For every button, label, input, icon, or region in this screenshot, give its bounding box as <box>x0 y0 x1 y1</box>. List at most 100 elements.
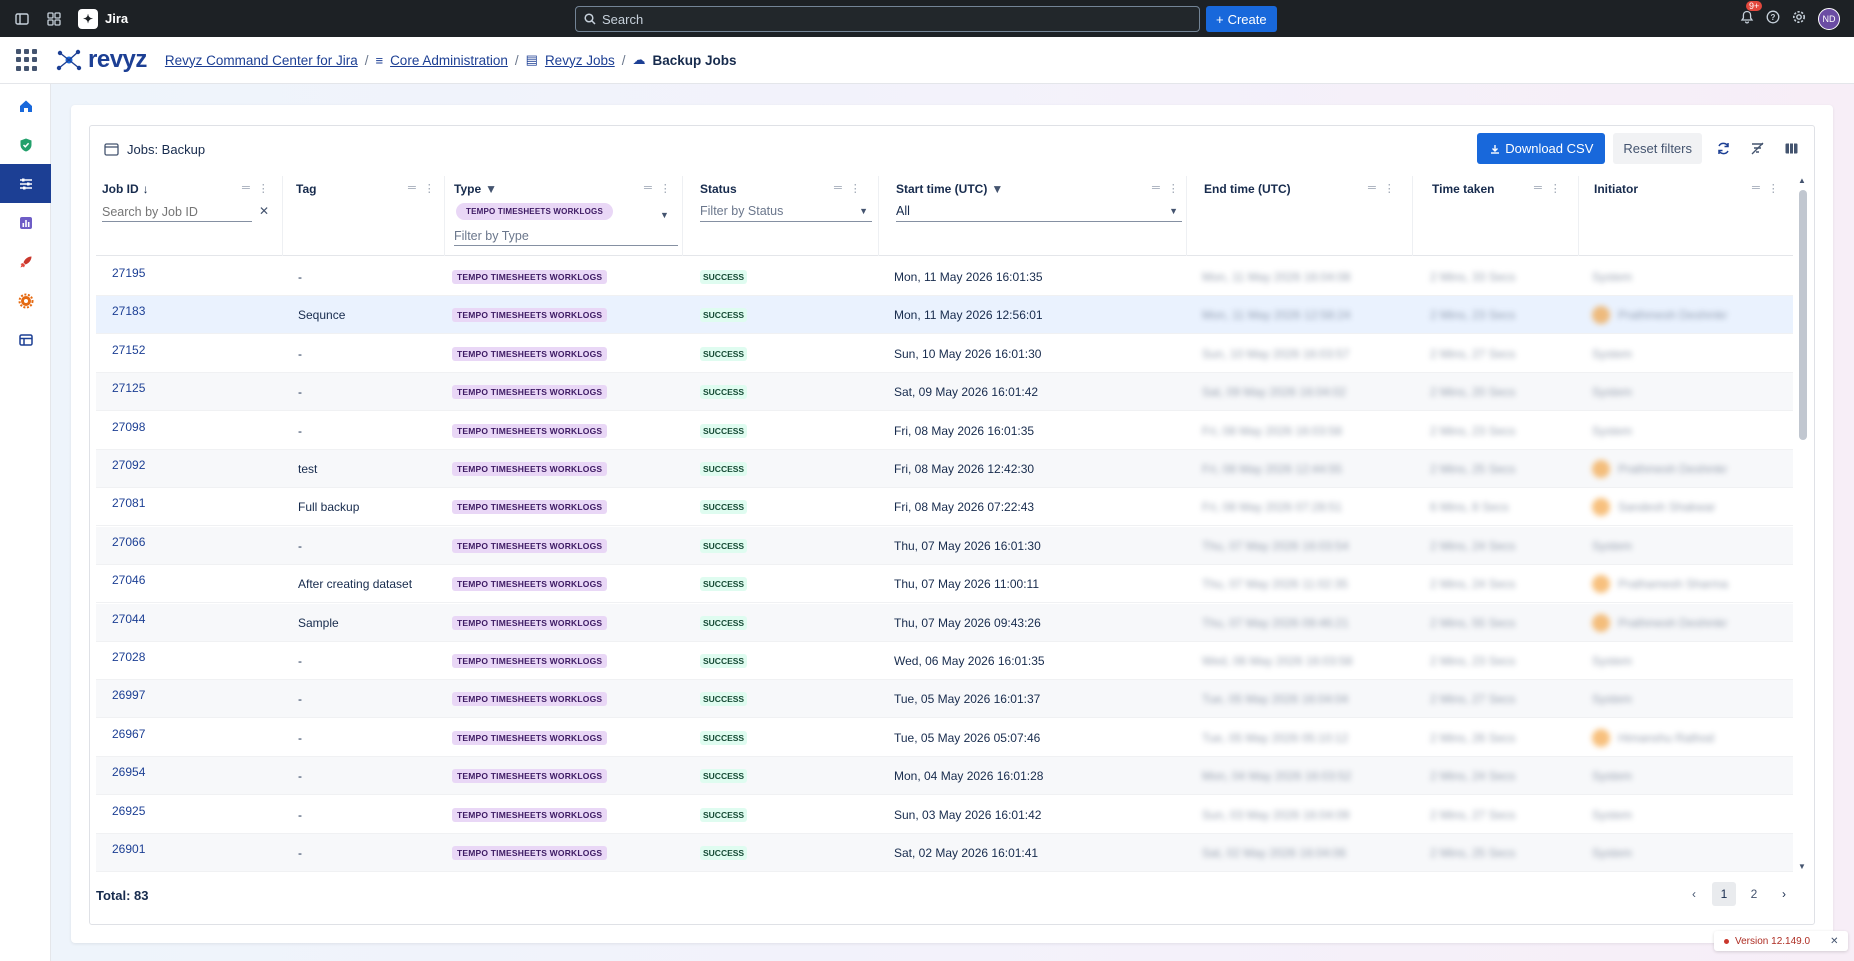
clear-icon[interactable]: ✕ <box>259 204 269 218</box>
job-id-link[interactable]: 26925 <box>112 804 145 818</box>
column-menu-icon[interactable]: ⋮ <box>1768 182 1779 195</box>
global-search[interactable]: Search <box>575 6 1200 32</box>
job-id-link[interactable]: 27044 <box>112 612 145 626</box>
help-icon[interactable]: ? <box>1766 10 1780 27</box>
breadcrumb-item-core-administration[interactable]: Core Administration <box>390 53 508 68</box>
table-row[interactable]: 26925 - TEMPO TIMESHEETS WORKLOGS SUCCESS Su… <box>96 796 1793 834</box>
job-id-link[interactable]: 26967 <box>112 727 145 741</box>
job-id-link[interactable]: 27195 <box>112 266 145 280</box>
chevron-down-icon[interactable]: ▼ <box>660 210 669 220</box>
table-row[interactable]: 26954 - TEMPO TIMESHEETS WORKLOGS SUCCESS Mo… <box>96 757 1793 796</box>
table-row[interactable]: 27098 - TEMPO TIMESHEETS WORKLOGS SUCCESS Fr… <box>96 412 1793 450</box>
job-id-link[interactable]: 26954 <box>112 765 145 779</box>
sidebar-toggle-icon[interactable] <box>12 9 32 29</box>
job-id-link[interactable]: 27046 <box>112 573 145 587</box>
app-switcher-icon[interactable] <box>44 9 64 29</box>
table-row[interactable]: 27066 - TEMPO TIMESHEETS WORKLOGS SUCCESS Th… <box>96 526 1793 565</box>
job-id-link[interactable]: 27125 <box>112 381 145 395</box>
drag-handle-icon[interactable]: ═ <box>644 182 652 195</box>
settings-gear-icon[interactable] <box>1792 10 1806 27</box>
table-row[interactable]: 27028 - TEMPO TIMESHEETS WORKLOGS SUCCESS We… <box>96 642 1793 680</box>
job-id-link[interactable]: 27152 <box>112 343 145 357</box>
clear-filter-icon[interactable] <box>1744 136 1770 162</box>
drag-handle-icon[interactable]: ═ <box>834 182 842 195</box>
column-header-time-taken[interactable]: Time taken <box>1432 182 1494 196</box>
app-grid-icon[interactable] <box>16 49 38 71</box>
revyz-logo[interactable]: revyz <box>54 45 147 75</box>
type-filter-chip[interactable]: TEMPO TIMESHEETS WORKLOGS <box>456 203 614 220</box>
column-menu-icon[interactable]: ⋮ <box>1384 182 1395 195</box>
next-page-icon[interactable]: › <box>1772 882 1796 906</box>
table-row[interactable]: 27195 - TEMPO TIMESHEETS WORKLOGS SUCCESS Mo… <box>96 258 1793 296</box>
column-menu-icon[interactable]: ⋮ <box>1550 182 1561 195</box>
table-row[interactable]: 27046 After creating dataset TEMPO TIMESHE… <box>96 565 1793 604</box>
table-row[interactable]: 27081 Full backup TEMPO TIMESHEETS WORKLOG… <box>96 488 1793 527</box>
column-header-start-time[interactable]: Start time (UTC) ▼ <box>896 182 1003 196</box>
scroll-down-icon[interactable]: ▼ <box>1798 862 1806 871</box>
column-menu-icon[interactable]: ⋮ <box>424 182 435 195</box>
sidebar-item-settings[interactable] <box>0 281 51 320</box>
sort-desc-icon[interactable]: ↓ <box>143 182 149 196</box>
page-button-1[interactable]: 1 <box>1712 882 1736 906</box>
filter-funnel-icon[interactable]: ▼ <box>485 182 497 196</box>
column-menu-icon[interactable]: ⋮ <box>660 182 671 195</box>
column-header-initiator[interactable]: Initiator <box>1594 182 1638 196</box>
job-id-link[interactable]: 26901 <box>112 842 145 856</box>
table-row[interactable]: 26967 - TEMPO TIMESHEETS WORKLOGS SUCCESS Tu… <box>96 719 1793 757</box>
sidebar-item-security[interactable] <box>0 125 51 164</box>
drag-handle-icon[interactable]: ═ <box>408 182 416 195</box>
sidebar-item-administration[interactable] <box>0 164 51 203</box>
table-row[interactable]: 27092 test TEMPO TIMESHEETS WORKLOGS SUCCES… <box>96 450 1793 488</box>
breadcrumb-item-revyz-jobs[interactable]: Revyz Jobs <box>545 53 615 68</box>
scrollbar-thumb[interactable] <box>1799 190 1807 440</box>
jira-logo[interactable]: ✦ Jira <box>78 8 128 29</box>
job-id-link[interactable]: 27098 <box>112 420 145 434</box>
column-menu-icon[interactable]: ⋮ <box>1168 182 1179 195</box>
column-menu-icon[interactable]: ⋮ <box>850 182 861 195</box>
reset-filters-button[interactable]: Reset filters <box>1613 133 1702 164</box>
table-row[interactable]: 26997 - TEMPO TIMESHEETS WORKLOGS SUCCESS Tu… <box>96 680 1793 719</box>
column-header-tag[interactable]: Tag <box>296 182 316 196</box>
close-icon[interactable]: ✕ <box>1830 936 1838 947</box>
table-row[interactable]: 27152 - TEMPO TIMESHEETS WORKLOGS SUCCESS Su… <box>96 335 1793 373</box>
job-id-search-input[interactable] <box>102 202 252 222</box>
sidebar-item-reports[interactable] <box>0 203 51 242</box>
download-csv-button[interactable]: Download CSV <box>1477 133 1606 164</box>
create-button[interactable]: + Create <box>1206 6 1277 32</box>
sidebar-item-deploy[interactable] <box>0 242 51 281</box>
sidebar-item-home[interactable] <box>0 86 51 125</box>
column-header-end-time[interactable]: End time (UTC) <box>1204 182 1291 196</box>
columns-icon[interactable] <box>1778 136 1804 162</box>
user-avatar[interactable]: ND <box>1818 7 1840 30</box>
start-time-filter-select[interactable]: All ▼ <box>896 200 1182 222</box>
drag-handle-icon[interactable]: ═ <box>1534 182 1542 195</box>
table-row[interactable]: 27183 Sequnce TEMPO TIMESHEETS WORKLOGS SUC… <box>96 296 1793 335</box>
job-id-link[interactable]: 27066 <box>112 535 145 549</box>
job-id-link[interactable]: 26997 <box>112 688 145 702</box>
drag-handle-icon[interactable]: ═ <box>242 182 250 195</box>
vertical-scrollbar[interactable]: ▲ ▼ <box>1797 176 1807 871</box>
job-id-link[interactable]: 27081 <box>112 496 145 510</box>
type-filter-input[interactable]: Filter by Type <box>454 229 678 246</box>
notifications-button[interactable]: 9+ <box>1740 1 1763 27</box>
page-button-2[interactable]: 2 <box>1742 882 1766 906</box>
table-row[interactable]: 26901 - TEMPO TIMESHEETS WORKLOGS SUCCESS Sa… <box>96 834 1793 872</box>
scroll-up-icon[interactable]: ▲ <box>1798 176 1806 185</box>
column-menu-icon[interactable]: ⋮ <box>258 182 269 195</box>
job-id-link[interactable]: 27092 <box>112 458 145 472</box>
column-header-type[interactable]: Type ▼ <box>454 182 497 196</box>
status-filter-select[interactable]: Filter by Status ▼ <box>700 200 872 222</box>
breadcrumb-item-command-center[interactable]: Revyz Command Center for Jira <box>165 53 358 68</box>
table-row[interactable]: 27125 - TEMPO TIMESHEETS WORKLOGS SUCCESS Sa… <box>96 373 1793 412</box>
column-header-status[interactable]: Status <box>700 182 737 196</box>
job-id-link[interactable]: 27183 <box>112 304 145 318</box>
drag-handle-icon[interactable]: ═ <box>1752 182 1760 195</box>
job-id-link[interactable]: 27028 <box>112 650 145 664</box>
drag-handle-icon[interactable]: ═ <box>1152 182 1160 195</box>
drag-handle-icon[interactable]: ═ <box>1368 182 1376 195</box>
table-row[interactable]: 27044 Sample TEMPO TIMESHEETS WORKLOGS SUCC… <box>96 603 1793 642</box>
sidebar-item-tables[interactable] <box>0 320 51 359</box>
refresh-icon[interactable] <box>1710 136 1736 162</box>
prev-page-icon[interactable]: ‹ <box>1682 882 1706 906</box>
filter-funnel-icon[interactable]: ▼ <box>991 182 1003 196</box>
